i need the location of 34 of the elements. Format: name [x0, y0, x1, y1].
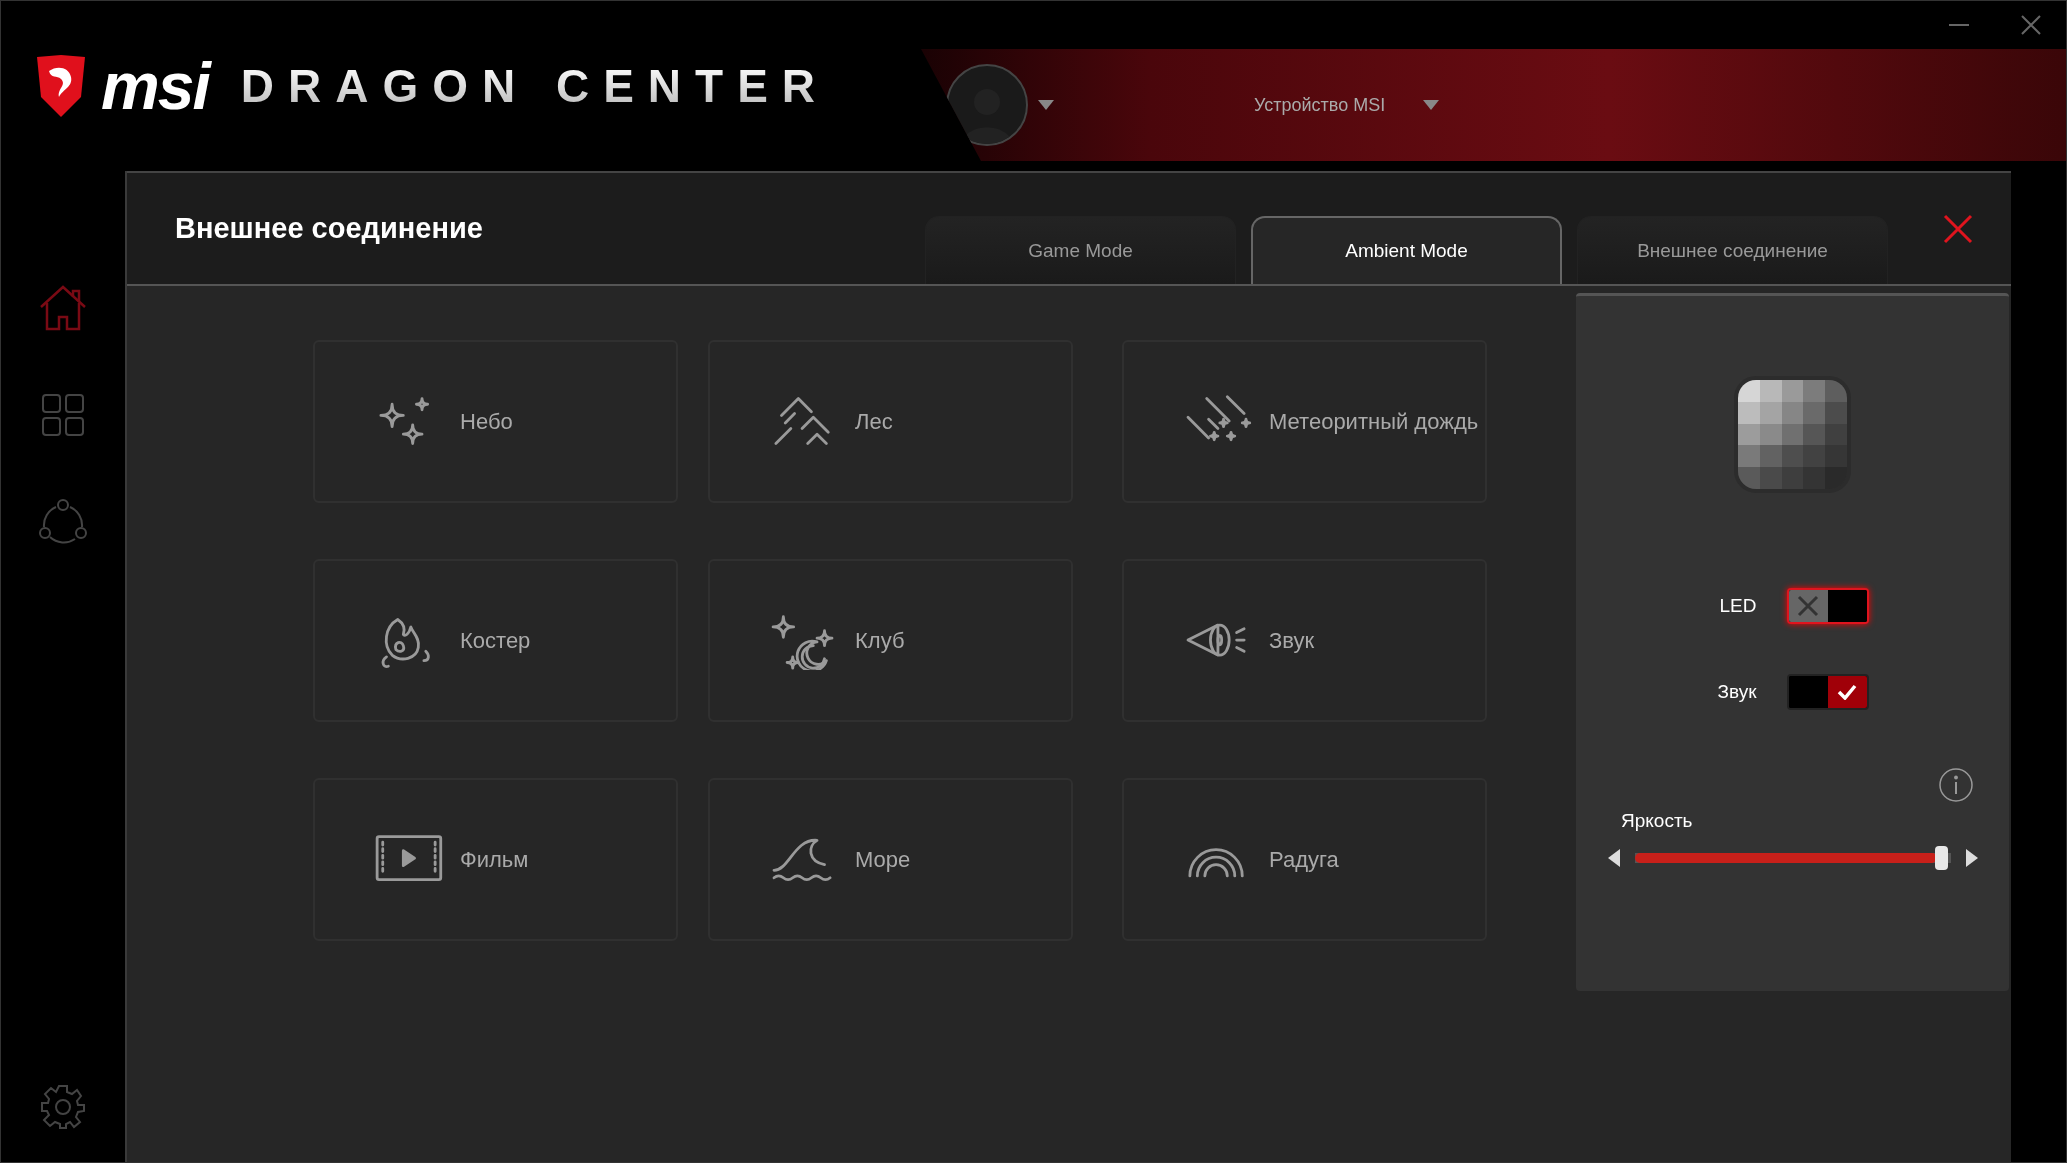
cross-icon [1797, 595, 1819, 617]
toggle-switch[interactable] [1786, 674, 1869, 710]
increase-arrow-button[interactable] [1965, 849, 1978, 867]
page-title: Внешнее соединение [175, 212, 484, 245]
effect-tile[interactable]: Фильм [313, 778, 678, 941]
device-dropdown[interactable]: Устройство MSI [1254, 94, 1440, 116]
effect-tile[interactable]: Лес [708, 340, 1073, 503]
mode-tab[interactable]: Внешнее соединение [1577, 216, 1888, 284]
toggle-switch[interactable] [1786, 588, 1869, 624]
close-icon [2021, 15, 2041, 35]
toggle-label: Звук [1716, 681, 1757, 703]
home-icon [39, 285, 87, 331]
slider-thumb[interactable] [1935, 846, 1949, 870]
effect-tile[interactable]: Небо [313, 340, 678, 503]
brand-logo-text: msi [101, 53, 209, 119]
info-icon[interactable] [1939, 768, 1973, 802]
minimize-icon [1949, 24, 1969, 26]
brightness-label: Яркость [1621, 810, 1693, 832]
checkmark-icon [1837, 684, 1857, 700]
effect-tile[interactable]: Костер [313, 559, 678, 722]
caret-icon[interactable] [1038, 100, 1054, 110]
close-icon [1943, 213, 1973, 244]
effect-tile[interactable]: Звук [1122, 559, 1487, 722]
caret-icon [1423, 100, 1440, 110]
decrease-arrow-button[interactable] [1607, 849, 1620, 867]
mode-tab[interactable]: Ambient Mode [1251, 216, 1562, 284]
effect-tile[interactable]: Радуга [1122, 778, 1487, 941]
effect-tile[interactable]: Море [708, 778, 1073, 941]
grid-icon [42, 394, 84, 436]
effect-tile[interactable]: Клуб [708, 559, 1073, 722]
effect-tile[interactable]: Метеоритный дождь [1122, 340, 1487, 503]
toggle-label: LED [1718, 595, 1757, 617]
mode-tab[interactable]: Game Mode [925, 216, 1236, 284]
share-nodes-icon [39, 499, 87, 545]
